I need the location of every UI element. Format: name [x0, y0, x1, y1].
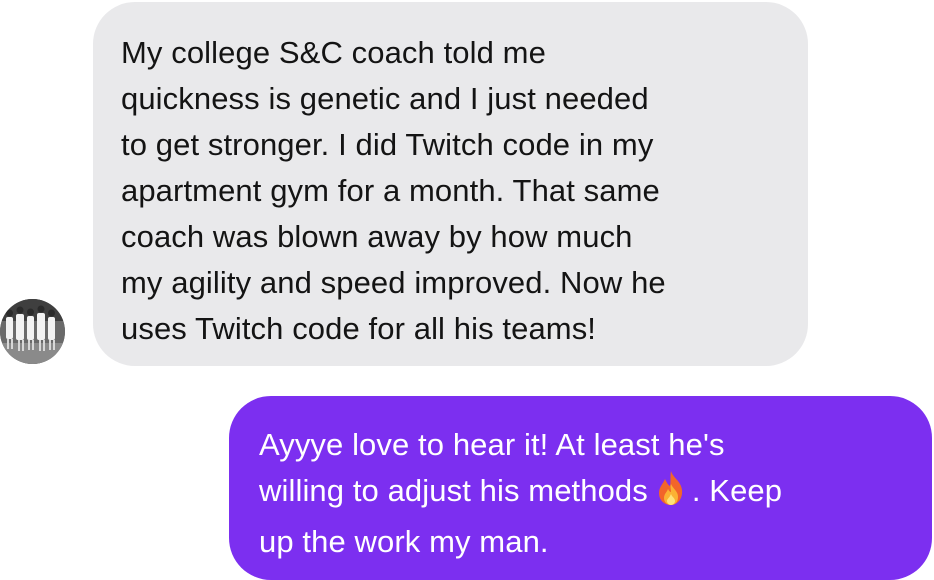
message-text-line: Ayyye love to hear it! At least he's	[259, 427, 725, 462]
message-text-line: apartment gym for a month. That same	[121, 173, 660, 208]
message-thread: My college S&C coach told me quickness i…	[0, 0, 934, 580]
message-text-line: coach was blown away by how much	[121, 219, 633, 254]
avatar-team-photo-icon	[0, 299, 65, 364]
message-text-line: willing to adjust his methods . Keep	[259, 468, 912, 519]
sender-avatar[interactable]	[0, 299, 65, 364]
fire-emoji-icon	[654, 470, 688, 519]
message-text-segment: . Keep	[691, 473, 783, 508]
message-text-line: my agility and speed improved. Now he	[121, 265, 666, 300]
message-text-line: to get stronger. I did Twitch code in my	[121, 127, 654, 162]
message-text-line: up the work my man.	[259, 524, 549, 559]
incoming-message-bubble[interactable]: My college S&C coach told me quickness i…	[93, 2, 808, 366]
message-text-line: uses Twitch code for all his teams!	[121, 311, 597, 346]
outgoing-message-bubble[interactable]: Ayyye love to hear it! At least he's wil…	[229, 396, 932, 580]
message-text-segment: willing to adjust his methods	[259, 473, 648, 508]
message-text-line: My college S&C coach told me	[121, 35, 546, 70]
message-text-line: quickness is genetic and I just needed	[121, 81, 649, 116]
